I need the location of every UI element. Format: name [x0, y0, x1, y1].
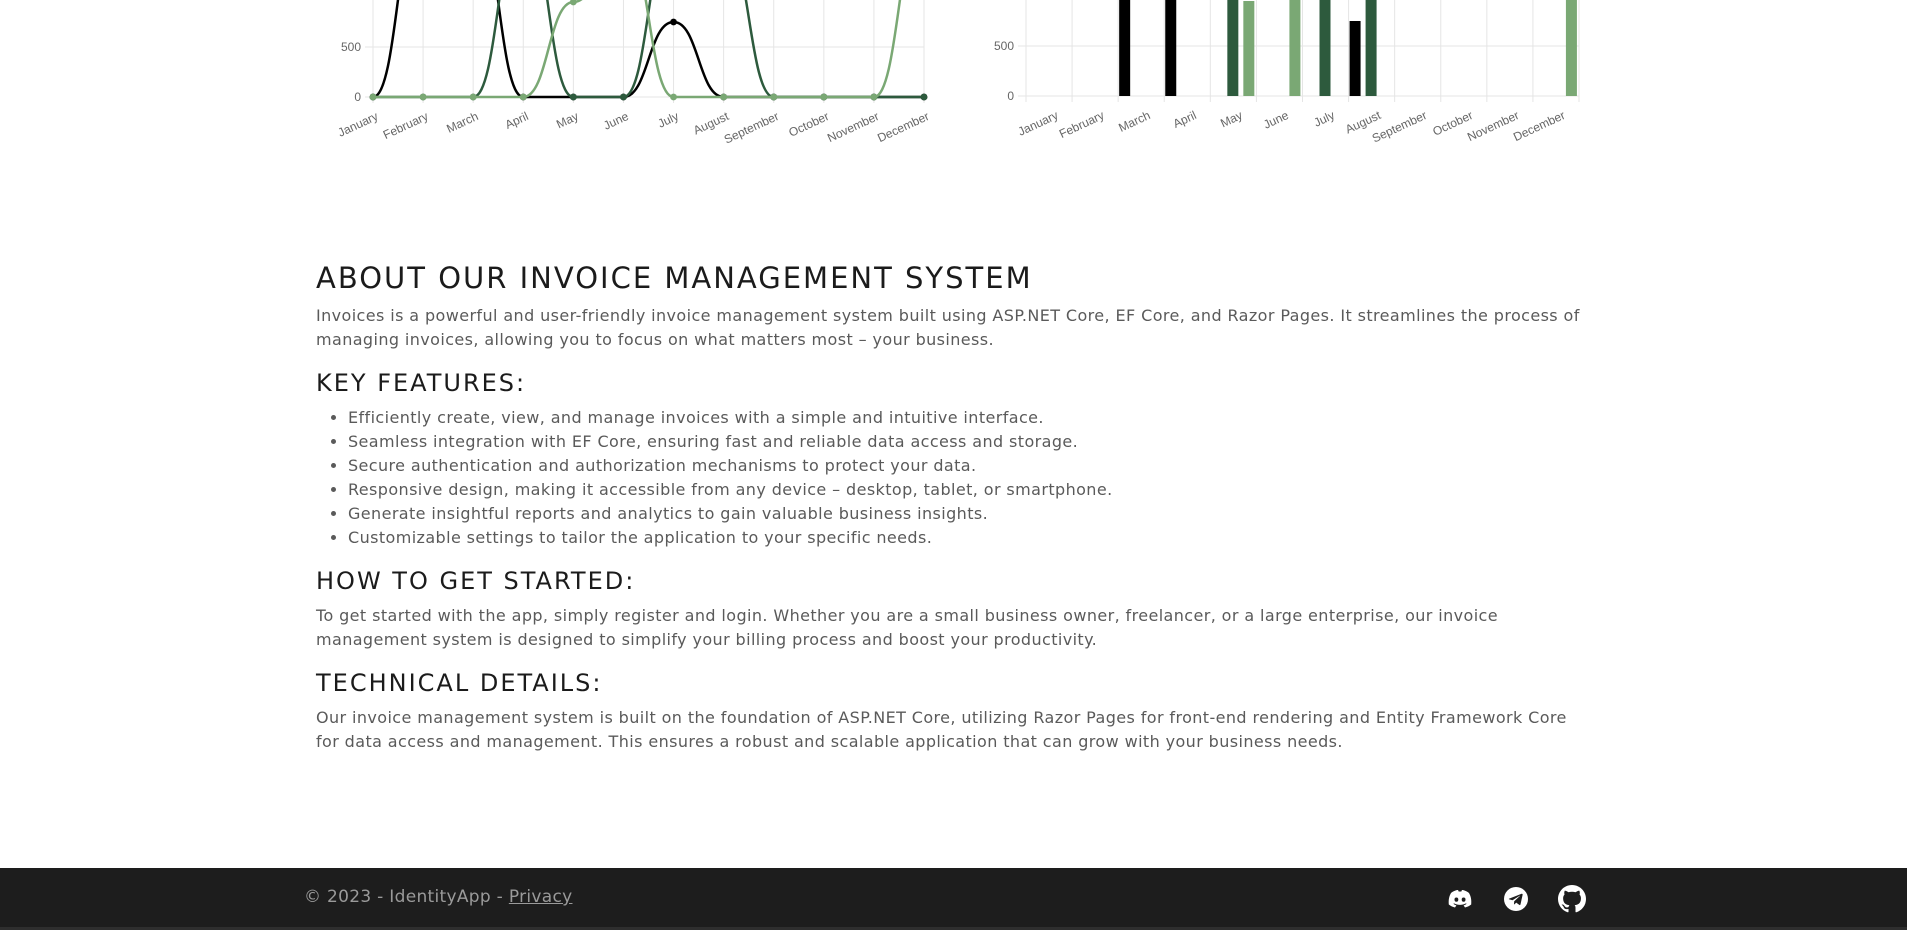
x-tick-label: March	[444, 109, 480, 136]
bar-chart: 0 500 January February March April May June July…	[975, 0, 1595, 150]
y-tick-label: 0	[1007, 89, 1014, 103]
x-tick-label: July	[1312, 108, 1337, 130]
get-started-heading: HOW TO GET STARTED:	[316, 567, 636, 595]
discord-icon[interactable]	[1446, 885, 1474, 913]
features-list: Efficiently create, view, and manage inv…	[316, 406, 1586, 550]
data-point	[469, 93, 477, 101]
bar	[1243, 1, 1255, 96]
github-icon[interactable]	[1558, 885, 1586, 913]
bar	[1227, 0, 1239, 96]
x-tick-label: July	[656, 109, 681, 131]
x-tick-label: June	[1261, 108, 1291, 132]
x-tick-label: February	[381, 109, 430, 142]
feature-item: Seamless integration with EF Core, ensur…	[348, 430, 1586, 454]
data-point	[569, 0, 577, 6]
x-tick-label: April	[1171, 108, 1199, 131]
bar	[1119, 0, 1131, 96]
x-tick-label: January	[336, 109, 381, 140]
data-point	[920, 93, 928, 101]
data-point	[820, 93, 828, 101]
data-point	[720, 93, 728, 101]
bar	[1165, 0, 1177, 96]
feature-item: Customizable settings to tailor the appl…	[348, 526, 1586, 550]
copyright-text: © 2023 - IdentityApp -	[304, 887, 509, 907]
privacy-link[interactable]: Privacy	[509, 887, 573, 907]
line-chart-svg: 0 500 January February March April May June July…	[336, 0, 931, 147]
x-tick-label: April	[503, 109, 531, 132]
x-tick-label: October	[786, 109, 831, 140]
bar	[1365, 0, 1377, 96]
y-tick-label: 500	[994, 39, 1014, 53]
y-tick-label: 0	[354, 90, 361, 104]
data-point	[569, 93, 577, 101]
get-started-text: To get started with the app, simply regi…	[316, 606, 1498, 649]
footer-copyright: © 2023 - IdentityApp - Privacy	[304, 887, 572, 907]
about-intro: Invoices is a powerful and user-friendly…	[316, 306, 1580, 349]
feature-item: Secure authentication and authorization …	[348, 454, 1586, 478]
bar	[1289, 0, 1301, 96]
series-line	[372, 0, 902, 99]
bar-chart-svg: 0 500 JanuaryFebruary March April May June July…	[994, 0, 1580, 146]
x-tick-label: November	[825, 109, 881, 145]
data-point	[870, 93, 878, 101]
data-point	[419, 93, 427, 101]
x-tick-label: September	[722, 109, 781, 146]
x-tick-label: June	[601, 109, 631, 133]
bar	[1349, 21, 1361, 96]
x-tick-label: March	[1116, 108, 1152, 135]
feature-item: Efficiently create, view, and manage inv…	[348, 406, 1586, 430]
telegram-icon[interactable]	[1502, 885, 1530, 913]
x-tick-label: May	[1218, 108, 1244, 130]
x-tick-label: December	[1511, 108, 1567, 144]
x-tick-label: January	[1016, 108, 1061, 139]
technical-text: Our invoice management system is built o…	[316, 708, 1567, 751]
x-tick-label: November	[1465, 108, 1521, 144]
bar	[1319, 0, 1331, 96]
bar	[1565, 0, 1577, 96]
x-tick-label: December	[875, 109, 931, 145]
data-point	[620, 93, 627, 101]
x-tick-label: February	[1057, 108, 1106, 141]
about-section: ABOUT OUR INVOICE MANAGEMENT SYSTEM Invo…	[316, 258, 1586, 754]
feature-item: Generate insightful reports and analytic…	[348, 502, 1586, 526]
data-point	[770, 93, 778, 101]
x-tick-label: May	[554, 109, 580, 131]
site-footer: © 2023 - IdentityApp - Privacy	[0, 868, 1907, 930]
y-tick-label: 500	[341, 40, 361, 54]
line-chart: 0 500 January February March April May June July…	[316, 0, 936, 150]
about-title: ABOUT OUR INVOICE MANAGEMENT SYSTEM	[316, 261, 1033, 295]
data-point	[670, 93, 677, 101]
features-heading: KEY FEATURES:	[316, 369, 527, 397]
technical-heading: TECHNICAL DETAILS:	[316, 669, 603, 697]
data-point	[369, 93, 377, 101]
feature-item: Responsive design, making it accessible …	[348, 478, 1586, 502]
data-point	[519, 93, 527, 101]
data-point	[670, 18, 677, 26]
